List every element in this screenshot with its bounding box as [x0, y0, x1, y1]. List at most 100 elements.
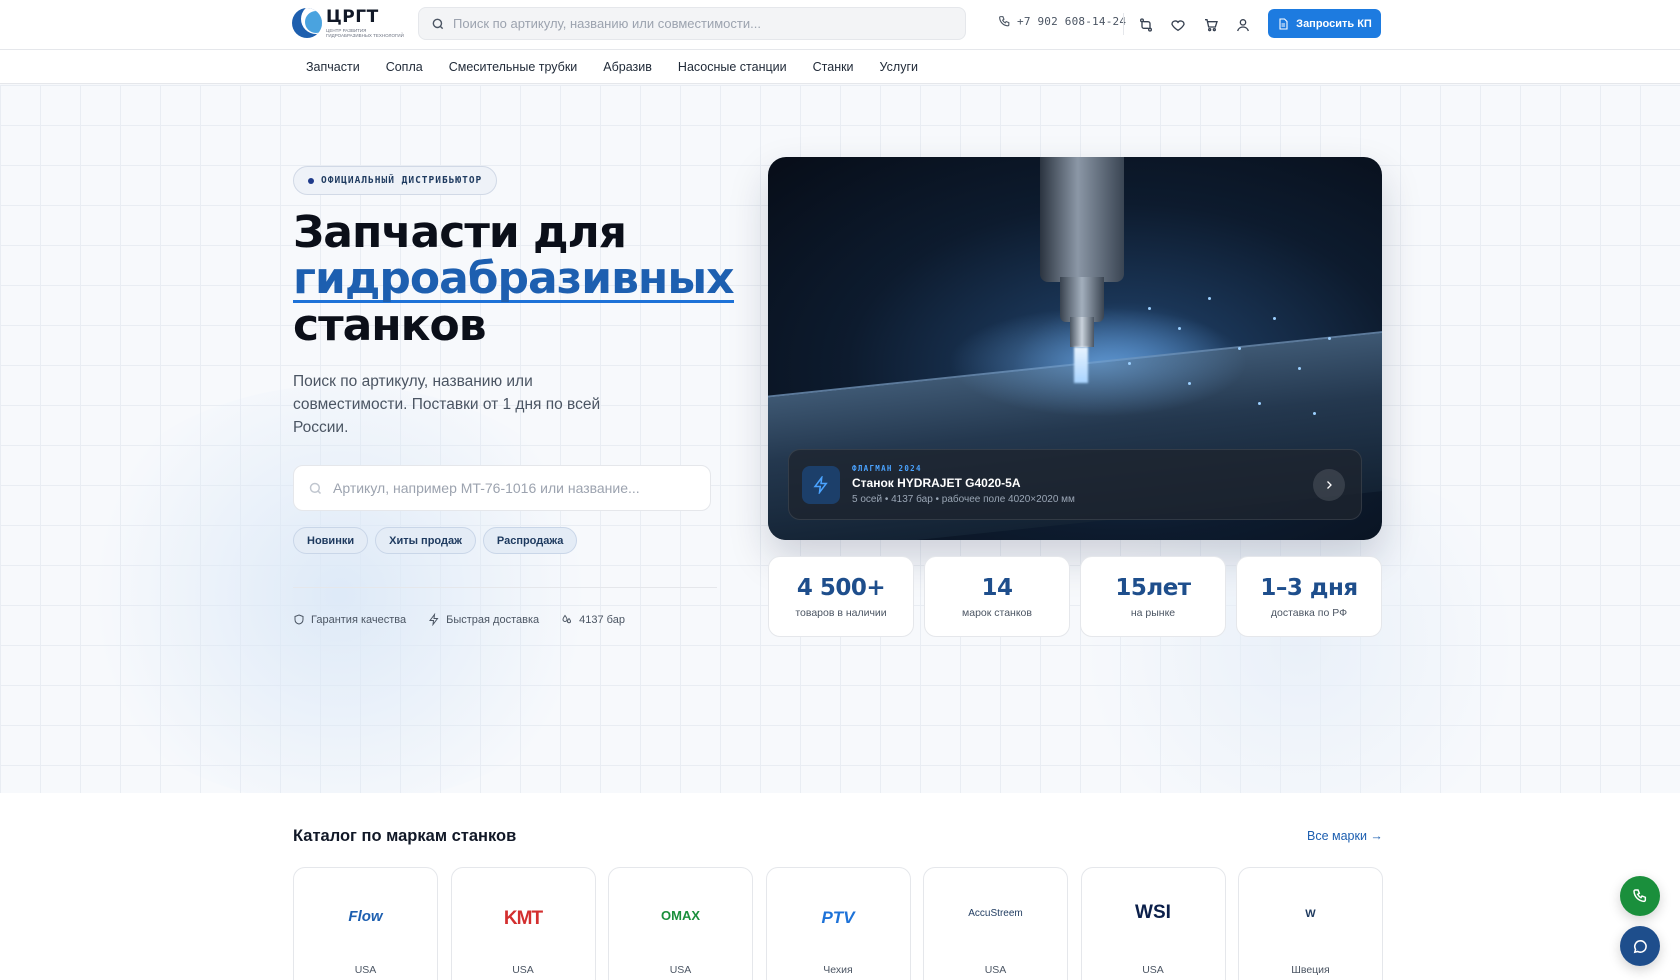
- chip-bestsellers[interactable]: Хиты продаж: [375, 527, 476, 554]
- spray-particle: [1313, 412, 1316, 415]
- spray-particle: [1208, 297, 1211, 300]
- user-icon[interactable]: [1231, 13, 1255, 37]
- hero-machine-image: ФЛАГМАН 2024 Станок HYDRAJET G4020-5A 5 …: [768, 157, 1382, 540]
- nav-item-services[interactable]: Услуги: [880, 60, 918, 74]
- brand-logo: KMT: [503, 908, 543, 929]
- chat-fab[interactable]: [1620, 926, 1660, 966]
- brand-logo: OMAX: [661, 908, 700, 923]
- spray-particle: [1128, 362, 1131, 365]
- spray-particle: [1258, 402, 1261, 405]
- logo-subtitle-2: ГИДРОАБРАЗИВНЫХ ТЕХНОЛОГИЙ: [326, 32, 404, 38]
- shield-icon: [294, 614, 304, 625]
- nav-item-nozzles[interactable]: Сопла: [386, 60, 423, 74]
- phone-icon: [999, 16, 1010, 27]
- search-icon: [309, 482, 322, 494]
- spray-particle: [1188, 382, 1191, 385]
- brand-card-ptv[interactable]: PTV Чехия: [765, 867, 911, 980]
- catalog-title: Каталог по маркам станков: [293, 827, 517, 845]
- request-quote-button[interactable]: Запросить КП: [1268, 9, 1381, 38]
- nav-item-pump-stations[interactable]: Насосные станции: [678, 60, 787, 74]
- hero-lead: Поиск по артикулу, названию или совмести…: [293, 373, 601, 436]
- spray-particle: [1178, 327, 1181, 330]
- feature-quality-label: Гарантия качества: [311, 613, 407, 626]
- brand-card-omax[interactable]: OMAX USA: [608, 867, 753, 980]
- chevron-right-icon: [1327, 480, 1332, 489]
- stat-label: марок станков: [962, 606, 1032, 619]
- brand-country: USA: [984, 964, 1007, 976]
- feature-pressure: 4137 бар: [561, 613, 625, 626]
- featured-card-subtitle: 5 осей • 4137 бар • рабочее поле 4020×20…: [852, 494, 1075, 505]
- stat-value: 4 500+: [796, 574, 886, 601]
- featured-card-arrow-button[interactable]: [1313, 468, 1345, 501]
- search-icon: [432, 18, 444, 29]
- feature-pressure-label: 4137 бар: [579, 613, 625, 626]
- stat-value: 1–3 дня: [1260, 574, 1358, 601]
- brand-country: USA: [1142, 964, 1164, 976]
- hero-search-input[interactable]: [333, 480, 693, 496]
- spray-particle: [1238, 347, 1241, 350]
- logo-mark: [292, 8, 322, 38]
- lightning-icon: [429, 613, 439, 626]
- logo-name: ЦРГТ: [326, 6, 379, 27]
- brand-card-flow[interactable]: Flow USA: [293, 867, 438, 980]
- phone-icon: [1633, 889, 1647, 903]
- brand-country: Швеция: [1291, 964, 1330, 976]
- distributor-badge: ОФИЦИАЛЬНЫЙ ДИСТРИБЬЮТОР: [293, 166, 498, 195]
- chip-new[interactable]: Новинки: [293, 527, 369, 554]
- spray-particle: [1273, 317, 1276, 320]
- cutting-head-body: [1060, 277, 1104, 322]
- hero-title-line3: станков: [293, 300, 487, 351]
- badge-dot: [308, 177, 314, 184]
- stat-value: 15лет: [1115, 574, 1191, 601]
- nav-item-machines[interactable]: Станки: [813, 60, 854, 74]
- heart-icon[interactable]: [1166, 13, 1190, 37]
- brand-country: USA: [669, 964, 692, 976]
- stat-label: на рынке: [1130, 606, 1176, 619]
- stat-delivery: 1–3 дня доставка по РФ: [1236, 556, 1382, 637]
- phone-number: +7 902 608-14-24: [1017, 15, 1127, 28]
- header-search[interactable]: [418, 7, 966, 40]
- hero-search[interactable]: [293, 465, 711, 511]
- nav-item-spare-parts[interactable]: Запчасти: [306, 60, 360, 74]
- featured-card-kicker: ФЛАГМАН 2024: [852, 464, 922, 473]
- brand-card-wsi[interactable]: WSI USA: [1080, 867, 1226, 980]
- cutting-nozzle: [1070, 317, 1094, 347]
- main-nav: Запчасти Сопла Смесительные трубки Абраз…: [0, 50, 1680, 84]
- phone-link[interactable]: +7 902 608-14-24: [998, 15, 1126, 28]
- quick-filter-chips: Новинки Хиты продаж Распродажа: [293, 527, 584, 554]
- brand-catalog-section: Каталог по маркам станков Все марки → Fl…: [0, 793, 1680, 980]
- brand-card-accustreem[interactable]: AccuStreem USA: [923, 867, 1068, 980]
- top-header: ЦРГТ ЦЕНТР РАЗВИТИЯ ГИДРОАБРАЗИВНЫХ ТЕХН…: [0, 0, 1680, 50]
- header-divider: [1123, 13, 1124, 35]
- stat-label: товаров в наличии: [795, 606, 887, 619]
- hero-title: Запчасти для гидроабразивных станков: [293, 210, 734, 351]
- brand-logo: PTV: [821, 908, 855, 927]
- hero-glow: [60, 385, 620, 793]
- brand-logo: Flow: [348, 908, 383, 925]
- featured-card-title: Станок HYDRAJET G4020-5A: [852, 476, 1021, 490]
- spray-particle: [1148, 307, 1151, 310]
- cart-icon[interactable]: [1199, 13, 1223, 37]
- brand-card-kmt[interactable]: KMT USA: [450, 867, 596, 980]
- drops-icon: [562, 614, 572, 624]
- call-fab[interactable]: [1620, 876, 1660, 916]
- nav-item-mixing-tubes[interactable]: Смесительные трубки: [449, 60, 578, 74]
- all-brands-link[interactable]: Все марки →: [1307, 829, 1383, 843]
- water-mist: [948, 307, 1248, 417]
- hero-title-accent: гидроабразивных: [293, 253, 734, 304]
- brand-country: Чехия: [823, 964, 853, 976]
- featured-machine-card[interactable]: ФЛАГМАН 2024 Станок HYDRAJET G4020-5A 5 …: [788, 449, 1362, 520]
- spray-particle: [1328, 337, 1331, 340]
- brand-logo: W: [1305, 908, 1316, 920]
- brand-card-sweden[interactable]: W Швеция: [1238, 867, 1383, 980]
- nav-item-abrasive[interactable]: Абразив: [603, 60, 652, 74]
- compare-icon[interactable]: [1134, 13, 1158, 37]
- chip-sale[interactable]: Распродажа: [482, 527, 578, 554]
- header-search-input[interactable]: [453, 16, 953, 31]
- stat-value: 14: [981, 574, 1013, 601]
- brand-logo: WSI: [1135, 902, 1171, 923]
- logo[interactable]: ЦРГТ ЦЕНТР РАЗВИТИЯ ГИДРОАБРАЗИВНЫХ ТЕХН…: [292, 6, 404, 40]
- hero-stats: 4 500+ товаров в наличии 14 марок станко…: [768, 556, 1382, 637]
- stat-products: 4 500+ товаров в наличии: [768, 556, 914, 637]
- brand-country: USA: [354, 964, 377, 976]
